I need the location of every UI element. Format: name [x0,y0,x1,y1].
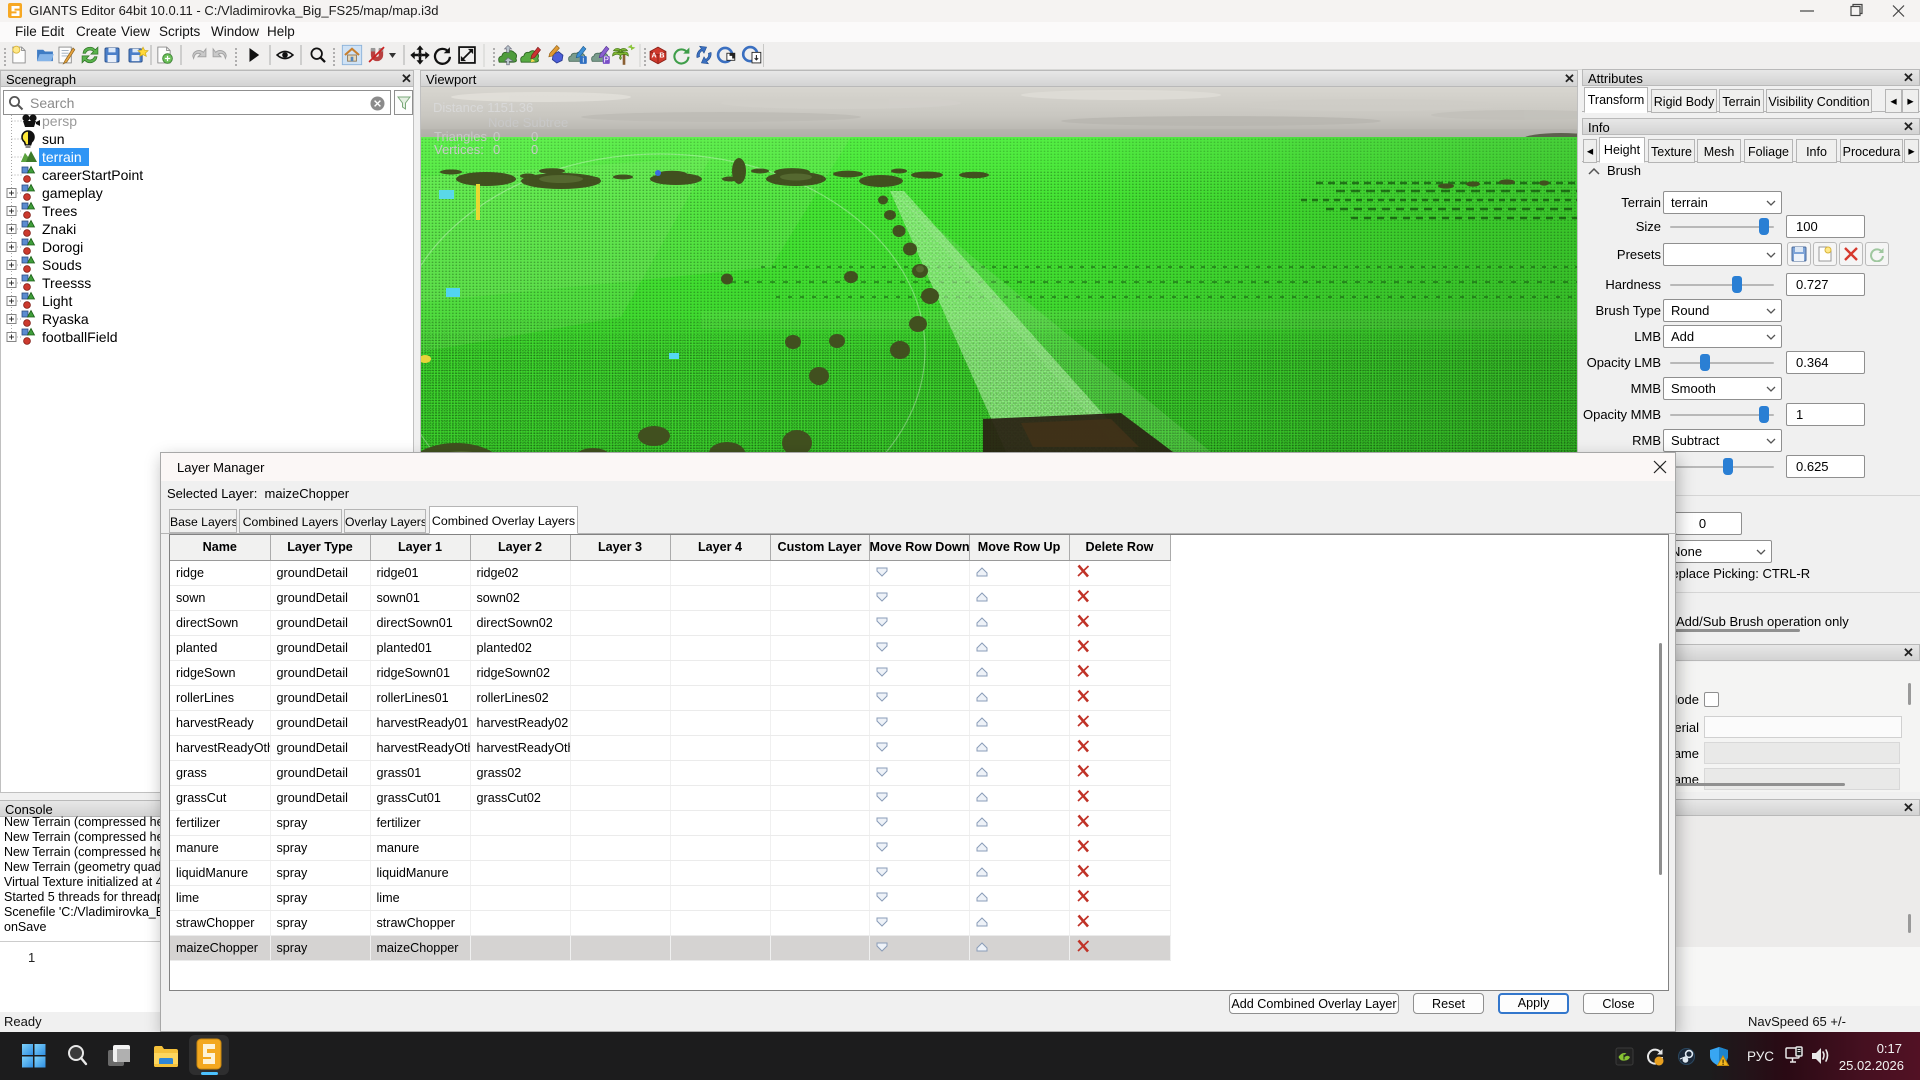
svg-text:Ryaska: Ryaska [42,311,89,327]
svg-text:Distance 1151.36: Distance 1151.36 [433,100,533,115]
svg-text:Node Subtree: Node Subtree [488,115,568,130]
svg-text:footballField: footballField [42,329,118,345]
svg-text:careerStartPoint: careerStartPoint [42,167,143,183]
svg-text:terrain: terrain [42,149,82,165]
svg-text:Vertices:: Vertices: [434,142,484,157]
svg-text:P: P [604,56,609,65]
svg-text:Trees: Trees [42,203,77,219]
svg-text:Treesss: Treesss [42,275,91,291]
svg-text:sun: sun [42,131,65,147]
svg-text:Znaki: Znaki [42,221,76,237]
svg-text:persp: persp [42,113,77,129]
svg-text:i: i [582,56,584,65]
svg-text:25.02.2026: 25.02.2026 [1839,1058,1904,1073]
svg-text:Souds: Souds [42,257,82,273]
svg-text:Dorogi: Dorogi [42,239,83,255]
svg-text:B: B [659,53,664,60]
svg-text:A: A [652,53,657,60]
svg-text:gameplay: gameplay [42,185,103,201]
svg-text:Light: Light [42,293,72,309]
svg-text:0: 0 [531,142,538,157]
svg-text:РУС: РУС [1747,1049,1774,1064]
svg-text:0:17: 0:17 [1877,1041,1902,1056]
svg-text:0: 0 [493,142,500,157]
